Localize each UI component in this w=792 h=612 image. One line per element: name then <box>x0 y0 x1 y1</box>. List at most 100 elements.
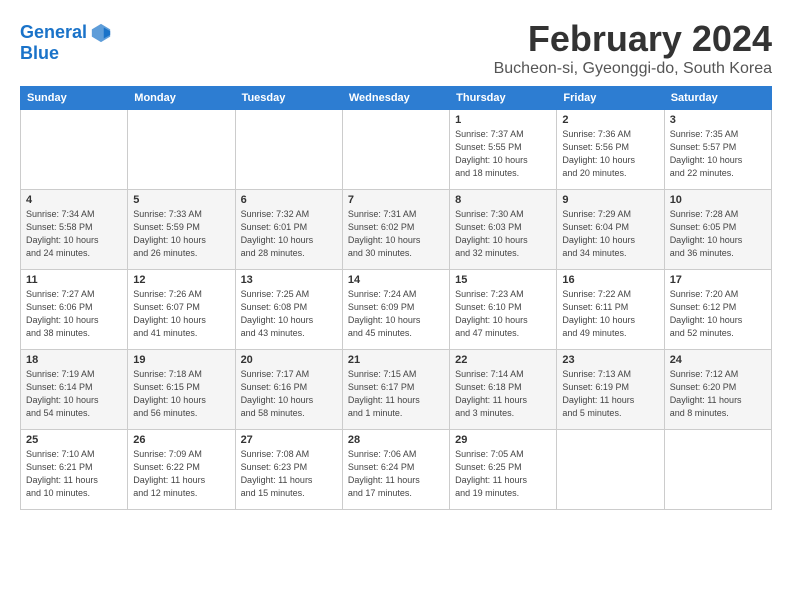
day-info: Sunrise: 7:37 AM Sunset: 5:55 PM Dayligh… <box>455 128 551 180</box>
calendar-cell <box>342 110 449 190</box>
day-info: Sunrise: 7:27 AM Sunset: 6:06 PM Dayligh… <box>26 288 122 340</box>
calendar-cell <box>21 110 128 190</box>
day-info: Sunrise: 7:17 AM Sunset: 6:16 PM Dayligh… <box>241 368 337 420</box>
logo: General Blue <box>20 22 112 64</box>
calendar-cell: 3 Sunrise: 7:35 AM Sunset: 5:57 PM Daylig… <box>664 110 771 190</box>
weekday-header: Friday <box>557 87 664 110</box>
day-number: 28 <box>348 434 444 446</box>
calendar-week-row: 18Sunrise: 7:19 AM Sunset: 6:14 PM Dayli… <box>21 350 772 430</box>
day-number: 3 <box>670 114 766 126</box>
calendar-cell: 10 Sunrise: 7:28 AM Sunset: 6:05 PM Dayli… <box>664 190 771 270</box>
day-info: Sunrise: 7:15 AM Sunset: 6:17 PM Dayligh… <box>348 368 444 420</box>
calendar-cell: 28 Sunrise: 7:06 AM Sunset: 6:24 PM Dayli… <box>342 430 449 510</box>
day-number: 27 <box>241 434 337 446</box>
day-number: 22 <box>455 354 551 366</box>
calendar-week-row: 4 Sunrise: 7:34 AM Sunset: 5:58 PM Daylig… <box>21 190 772 270</box>
day-number: 14 <box>348 274 444 286</box>
day-info: Sunrise: 7:06 AM Sunset: 6:24 PM Dayligh… <box>348 448 444 500</box>
day-info: Sunrise: 7:28 AM Sunset: 6:05 PM Dayligh… <box>670 208 766 260</box>
day-info: Sunrise: 7:29 AM Sunset: 6:04 PM Dayligh… <box>562 208 658 260</box>
day-info: Sunrise: 7:33 AM Sunset: 5:59 PM Dayligh… <box>133 208 229 260</box>
day-info: Sunrise: 7:20 AM Sunset: 6:12 PM Dayligh… <box>670 288 766 340</box>
calendar-cell: 16 Sunrise: 7:22 AM Sunset: 6:11 PM Dayli… <box>557 270 664 350</box>
day-number: 20 <box>241 354 337 366</box>
day-number: 11 <box>26 274 122 286</box>
day-info: Sunrise: 7:09 AM Sunset: 6:22 PM Dayligh… <box>133 448 229 500</box>
calendar-week-row: 11 Sunrise: 7:27 AM Sunset: 6:06 PM Dayli… <box>21 270 772 350</box>
logo-text: General <box>20 23 87 43</box>
calendar-cell: 27 Sunrise: 7:08 AM Sunset: 6:23 PM Dayli… <box>235 430 342 510</box>
day-number: 13 <box>241 274 337 286</box>
day-info: Sunrise: 7:26 AM Sunset: 6:07 PM Dayligh… <box>133 288 229 340</box>
day-info: Sunrise: 7:36 AM Sunset: 5:56 PM Dayligh… <box>562 128 658 180</box>
title-section: February 2024 Bucheon-si, Gyeonggi-do, S… <box>494 18 772 78</box>
main-title: February 2024 <box>494 18 772 60</box>
calendar-cell: 23 Sunrise: 7:13 AM Sunset: 6:19 PM Dayli… <box>557 350 664 430</box>
calendar-cell: 5 Sunrise: 7:33 AM Sunset: 5:59 PM Daylig… <box>128 190 235 270</box>
day-info: Sunrise: 7:34 AM Sunset: 5:58 PM Dayligh… <box>26 208 122 260</box>
day-info: Sunrise: 7:32 AM Sunset: 6:01 PM Dayligh… <box>241 208 337 260</box>
weekday-header: Thursday <box>450 87 557 110</box>
calendar-cell: 22 Sunrise: 7:14 AM Sunset: 6:18 PM Dayli… <box>450 350 557 430</box>
day-number: 19 <box>133 354 229 366</box>
day-info: Sunrise: 7:18 AM Sunset: 6:15 PM Dayligh… <box>133 368 229 420</box>
calendar-cell: 19 Sunrise: 7:18 AM Sunset: 6:15 PM Dayli… <box>128 350 235 430</box>
day-number: 8 <box>455 194 551 206</box>
calendar-cell: 21 Sunrise: 7:15 AM Sunset: 6:17 PM Dayli… <box>342 350 449 430</box>
day-number: 1 <box>455 114 551 126</box>
calendar-cell <box>557 430 664 510</box>
header: General Blue February 2024 Bucheon-si, G… <box>20 18 772 78</box>
day-info: Sunrise: 7:19 AM Sunset: 6:14 PM Dayligh… <box>26 368 122 420</box>
calendar-cell: 7 Sunrise: 7:31 AM Sunset: 6:02 PM Daylig… <box>342 190 449 270</box>
day-number: 23 <box>562 354 658 366</box>
calendar-cell: 29 Sunrise: 7:05 AM Sunset: 6:25 PM Dayli… <box>450 430 557 510</box>
day-number: 17 <box>670 274 766 286</box>
day-info: Sunrise: 7:08 AM Sunset: 6:23 PM Dayligh… <box>241 448 337 500</box>
day-info: Sunrise: 7:22 AM Sunset: 6:11 PM Dayligh… <box>562 288 658 340</box>
weekday-header: Tuesday <box>235 87 342 110</box>
calendar-cell: 26Sunrise: 7:09 AM Sunset: 6:22 PM Dayli… <box>128 430 235 510</box>
subtitle: Bucheon-si, Gyeonggi-do, South Korea <box>494 60 772 78</box>
calendar-cell <box>664 430 771 510</box>
day-number: 29 <box>455 434 551 446</box>
calendar-cell: 1 Sunrise: 7:37 AM Sunset: 5:55 PM Daylig… <box>450 110 557 190</box>
day-number: 24 <box>670 354 766 366</box>
calendar-cell: 20 Sunrise: 7:17 AM Sunset: 6:16 PM Dayli… <box>235 350 342 430</box>
day-number: 10 <box>670 194 766 206</box>
weekday-header: Sunday <box>21 87 128 110</box>
calendar-cell <box>235 110 342 190</box>
calendar-cell: 12Sunrise: 7:26 AM Sunset: 6:07 PM Dayli… <box>128 270 235 350</box>
day-number: 7 <box>348 194 444 206</box>
day-info: Sunrise: 7:35 AM Sunset: 5:57 PM Dayligh… <box>670 128 766 180</box>
calendar-cell: 24 Sunrise: 7:12 AM Sunset: 6:20 PM Dayli… <box>664 350 771 430</box>
day-info: Sunrise: 7:31 AM Sunset: 6:02 PM Dayligh… <box>348 208 444 260</box>
calendar-table: SundayMondayTuesdayWednesdayThursdayFrid… <box>20 86 772 510</box>
calendar-week-row: 1 Sunrise: 7:37 AM Sunset: 5:55 PM Daylig… <box>21 110 772 190</box>
day-info: Sunrise: 7:05 AM Sunset: 6:25 PM Dayligh… <box>455 448 551 500</box>
calendar-cell: 6 Sunrise: 7:32 AM Sunset: 6:01 PM Daylig… <box>235 190 342 270</box>
day-info: Sunrise: 7:10 AM Sunset: 6:21 PM Dayligh… <box>26 448 122 500</box>
day-info: Sunrise: 7:12 AM Sunset: 6:20 PM Dayligh… <box>670 368 766 420</box>
day-info: Sunrise: 7:13 AM Sunset: 6:19 PM Dayligh… <box>562 368 658 420</box>
calendar-cell <box>128 110 235 190</box>
calendar-header-row: SundayMondayTuesdayWednesdayThursdayFrid… <box>21 87 772 110</box>
day-number: 6 <box>241 194 337 206</box>
day-number: 15 <box>455 274 551 286</box>
day-info: Sunrise: 7:30 AM Sunset: 6:03 PM Dayligh… <box>455 208 551 260</box>
calendar-cell: 14Sunrise: 7:24 AM Sunset: 6:09 PM Dayli… <box>342 270 449 350</box>
page: General Blue February 2024 Bucheon-si, G… <box>0 0 792 520</box>
day-number: 21 <box>348 354 444 366</box>
calendar-cell: 8 Sunrise: 7:30 AM Sunset: 6:03 PM Daylig… <box>450 190 557 270</box>
calendar-cell: 18Sunrise: 7:19 AM Sunset: 6:14 PM Dayli… <box>21 350 128 430</box>
day-number: 16 <box>562 274 658 286</box>
calendar-week-row: 25Sunrise: 7:10 AM Sunset: 6:21 PM Dayli… <box>21 430 772 510</box>
day-number: 9 <box>562 194 658 206</box>
day-info: Sunrise: 7:14 AM Sunset: 6:18 PM Dayligh… <box>455 368 551 420</box>
calendar-cell: 25Sunrise: 7:10 AM Sunset: 6:21 PM Dayli… <box>21 430 128 510</box>
calendar-cell: 11 Sunrise: 7:27 AM Sunset: 6:06 PM Dayli… <box>21 270 128 350</box>
day-number: 5 <box>133 194 229 206</box>
calendar-cell: 15Sunrise: 7:23 AM Sunset: 6:10 PM Dayli… <box>450 270 557 350</box>
calendar-cell: 2Sunrise: 7:36 AM Sunset: 5:56 PM Daylig… <box>557 110 664 190</box>
day-number: 4 <box>26 194 122 206</box>
logo-line2: Blue <box>20 44 112 64</box>
